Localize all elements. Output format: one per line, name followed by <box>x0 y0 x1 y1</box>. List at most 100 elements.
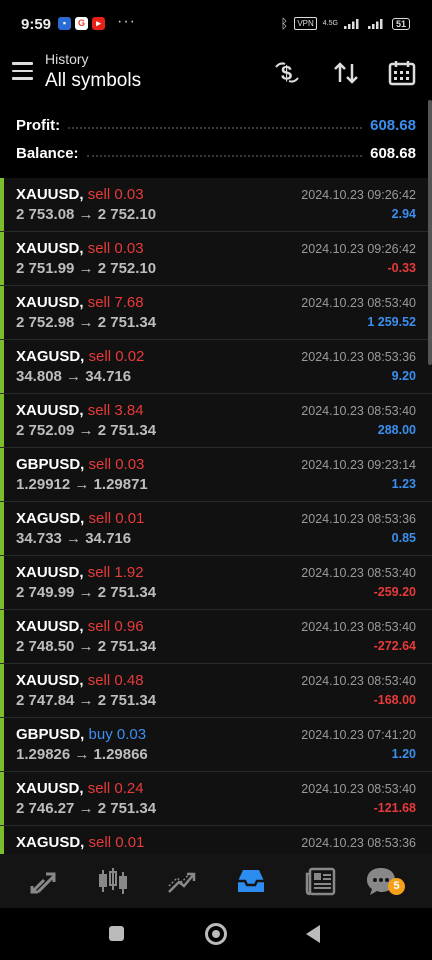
back-button[interactable] <box>306 925 320 943</box>
trade-side: sell 1.92 <box>87 564 144 581</box>
trade-row[interactable]: XAUUSD, sell 0.96 2 748.50 → 2 751.34 2024… <box>0 610 432 664</box>
trade-time: 2024.10.23 08:53:40 <box>301 566 416 580</box>
history-icon[interactable] <box>234 864 268 898</box>
trade-side: sell 3.84 <box>87 402 144 419</box>
trade-side: sell 0.96 <box>87 618 144 635</box>
trade-profit: -121.68 <box>373 801 416 815</box>
symbol-name: XAUUSD, <box>16 780 84 797</box>
summary-panel: Profit: 608.68 Balance: 608.68 <box>0 104 432 176</box>
menu-icon[interactable] <box>12 62 33 85</box>
trade-symbol: XAGUSD, sell 0.02 <box>16 348 144 365</box>
news-icon[interactable] <box>304 864 338 898</box>
chart-icon[interactable] <box>96 864 130 898</box>
trade-time: 2024.10.23 08:53:36 <box>301 512 416 526</box>
trade-side: sell 0.01 <box>88 510 145 527</box>
system-indicators: ᛒ VPN 4.5G 51 <box>281 16 410 31</box>
trade-profit: -272.64 <box>373 639 416 653</box>
trade-symbol: XAUUSD, sell 0.24 <box>16 780 144 797</box>
trade-symbol: XAUUSD, sell 3.84 <box>16 402 144 419</box>
trade-row[interactable]: GBPUSD, sell 0.03 1.29912 → 1.29871 2024.1… <box>0 448 432 502</box>
trade-symbol: XAUUSD, sell 0.03 <box>16 240 144 257</box>
row-indicator <box>0 610 4 663</box>
message-app-icon: ▪ <box>58 17 71 30</box>
signal-icon-2 <box>367 19 383 29</box>
trade-row[interactable]: XAUUSD, sell 1.92 2 749.99 → 2 751.34 2024… <box>0 556 432 610</box>
trade-time: 2024.10.23 09:23:14 <box>301 458 416 472</box>
trade-time: 2024.10.23 08:53:40 <box>301 782 416 796</box>
network-type: 4.5G <box>322 20 338 27</box>
home-button[interactable] <box>205 923 227 945</box>
profit-row: Profit: 608.68 <box>16 113 416 137</box>
row-indicator <box>0 502 4 555</box>
trade-row[interactable]: XAGUSD, sell 0.01 2024.10.23 08:53:36 <box>0 826 432 854</box>
system-navigation <box>0 908 432 960</box>
trade-profit: 288.00 <box>377 423 416 437</box>
trade-symbol: XAUUSD, sell 0.48 <box>16 672 144 689</box>
trade-row[interactable]: XAUUSD, sell 0.24 2 746.27 → 2 751.34 2024… <box>0 772 432 826</box>
trade-prices: 1.29912 → 1.29871 <box>16 476 148 493</box>
trade-row[interactable]: XAUUSD, sell 7.68 2 752.98 → 2 751.34 2024… <box>0 286 432 340</box>
currency-exchange-icon[interactable]: $ <box>272 58 302 88</box>
trade-symbol: XAGUSD, sell 0.01 <box>16 510 144 527</box>
symbol-name: XAGUSD, <box>16 834 85 851</box>
symbol-filter[interactable]: All symbols <box>45 70 141 92</box>
trade-prices: 2 752.98 → 2 751.34 <box>16 314 157 331</box>
row-indicator <box>0 394 4 447</box>
divider <box>86 155 363 157</box>
trade-side: buy 0.03 <box>88 726 147 743</box>
trade-time: 2024.10.23 08:53:40 <box>301 404 416 418</box>
trade-row[interactable]: XAGUSD, sell 0.01 34.733 → 34.716 2024.10.… <box>0 502 432 556</box>
trade-row[interactable]: XAUUSD, sell 0.03 2 753.08 → 2 752.10 2024… <box>0 178 432 232</box>
trade-symbol: GBPUSD, sell 0.03 <box>16 456 144 473</box>
trade-profit: 9.20 <box>391 369 416 383</box>
trade-time: 2024.10.23 08:53:36 <box>301 836 416 850</box>
trade-side: sell 0.48 <box>87 672 144 689</box>
trade-profit: 1.20 <box>391 747 416 761</box>
trade-profit: -0.33 <box>387 261 417 275</box>
trade-row[interactable]: XAUUSD, sell 0.48 2 747.84 → 2 751.34 2024… <box>0 664 432 718</box>
trade-history-list[interactable]: XAUUSD, sell 0.03 2 753.08 → 2 752.10 2024… <box>0 178 432 854</box>
trade-side: sell 0.03 <box>87 186 144 203</box>
trade-row[interactable]: GBPUSD, buy 0.03 1.29826 → 1.29866 2024.10… <box>0 718 432 772</box>
trade-icon[interactable] <box>165 864 199 898</box>
recents-button[interactable] <box>109 926 124 941</box>
trade-side: sell 0.02 <box>88 348 145 365</box>
trade-prices: 2 749.99 → 2 751.34 <box>16 584 157 601</box>
profit-label: Profit: <box>16 116 61 134</box>
trade-symbol: XAUUSD, sell 0.03 <box>16 186 144 203</box>
status-time: 9:59 <box>21 16 52 33</box>
trade-prices: 2 752.09 → 2 751.34 <box>16 422 157 439</box>
sort-icon[interactable] <box>331 58 361 88</box>
trade-prices: 2 746.27 → 2 751.34 <box>16 800 157 817</box>
trade-profit: 1 259.52 <box>367 315 416 329</box>
row-indicator <box>0 664 4 717</box>
signal-icon <box>343 19 359 29</box>
trade-row[interactable]: XAUUSD, sell 3.84 2 752.09 → 2 751.34 2024… <box>0 394 432 448</box>
trade-symbol: XAUUSD, sell 1.92 <box>16 564 144 581</box>
trade-row[interactable]: XAGUSD, sell 0.02 34.808 → 34.716 2024.10.… <box>0 340 432 394</box>
trade-prices: 2 748.50 → 2 751.34 <box>16 638 157 655</box>
row-indicator <box>0 826 4 854</box>
trade-row[interactable]: XAUUSD, sell 0.03 2 751.99 → 2 752.10 2024… <box>0 232 432 286</box>
profit-value: 608.68 <box>370 116 416 134</box>
row-indicator <box>0 286 4 339</box>
symbol-name: XAGUSD, <box>16 348 85 365</box>
trade-profit: 0.85 <box>391 531 416 545</box>
scrollbar[interactable] <box>428 100 432 365</box>
trade-side: sell 0.01 <box>88 834 145 851</box>
trade-side: sell 0.03 <box>87 240 144 257</box>
divider <box>68 127 363 129</box>
symbol-name: XAUUSD, <box>16 564 84 581</box>
trade-time: 2024.10.23 08:53:40 <box>301 674 416 688</box>
symbol-name: XAUUSD, <box>16 402 84 419</box>
trade-profit: 2.94 <box>391 207 416 221</box>
trade-prices: 1.29826 → 1.29866 <box>16 746 148 763</box>
trade-symbol: GBPUSD, buy 0.03 <box>16 726 146 743</box>
row-indicator <box>0 556 4 609</box>
symbol-name: XAUUSD, <box>16 240 84 257</box>
symbol-name: XAUUSD, <box>16 618 84 635</box>
quotes-icon[interactable] <box>26 864 60 898</box>
symbol-name: GBPUSD, <box>16 456 85 473</box>
calendar-icon[interactable] <box>387 58 417 88</box>
bottom-navigation <box>0 854 432 908</box>
